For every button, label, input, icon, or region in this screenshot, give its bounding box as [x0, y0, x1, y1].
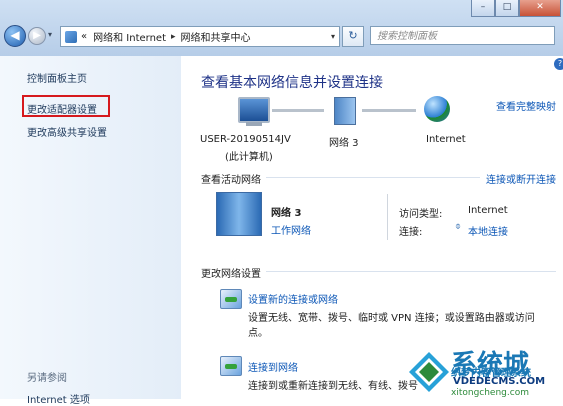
divider — [266, 177, 480, 178]
network-icon — [334, 97, 356, 125]
change-settings-heading: 更改网络设置 — [201, 269, 261, 280]
connection-line — [362, 109, 416, 112]
internet-globe-icon — [424, 96, 450, 122]
connect-to-network-link[interactable]: 连接到网络 — [248, 359, 298, 374]
computer-name: USER-20190514JV — [200, 134, 291, 145]
local-connection-icon: ⌽ — [455, 221, 461, 232]
breadcrumb-sharing-center[interactable]: 网络和共享中心 — [181, 29, 251, 44]
local-connection-link[interactable]: 本地连接 — [468, 223, 508, 238]
setup-connection-desc-cont: 点。 — [248, 328, 268, 339]
refresh-button[interactable]: ↻ — [342, 26, 364, 47]
help-icon[interactable]: ? — [554, 58, 563, 70]
forward-button[interactable]: ▶ — [28, 27, 46, 45]
connect-network-icon — [220, 356, 242, 376]
window-controls: – □ ✕ — [471, 0, 561, 17]
breadcrumb-overflow[interactable]: « — [81, 31, 87, 42]
sidebar-item-control-panel-home[interactable]: 控制面板主页 — [27, 70, 87, 85]
computer-note: (此计算机) — [225, 152, 273, 163]
setup-connection-desc: 设置无线、宽带、拨号、临时或 VPN 连接；或设置路由器或访问 — [248, 313, 535, 324]
page-title: 查看基本网络信息并设置连接 — [201, 75, 383, 91]
breadcrumb-network-internet[interactable]: 网络和 Internet — [93, 29, 166, 44]
connection-line — [272, 109, 324, 112]
active-networks-heading: 查看活动网络 — [201, 175, 261, 186]
computer-stand-icon — [246, 122, 262, 126]
breadcrumb-separator-icon[interactable]: ▸ — [171, 32, 176, 42]
control-panel-icon — [65, 30, 77, 43]
divider — [387, 194, 388, 240]
sidebar-item-advanced-sharing[interactable]: 更改高级共享设置 — [27, 124, 107, 139]
computer-icon — [238, 97, 270, 123]
minimize-button[interactable]: – — [471, 0, 495, 17]
recent-pages-dropdown[interactable]: ▾ — [48, 30, 52, 39]
network-type-link[interactable]: 工作网络 — [271, 222, 311, 237]
search-input[interactable]: 搜索控制面板 — [370, 26, 555, 45]
new-connection-icon — [220, 289, 242, 309]
access-type-value: Internet — [468, 205, 508, 216]
maximize-button[interactable]: □ — [495, 0, 519, 17]
back-button[interactable]: ◀ — [4, 25, 26, 47]
connect-to-network-desc: 连接到或重新连接到无线、有线、拨号 — [248, 381, 418, 392]
active-network-icon — [216, 192, 262, 236]
close-button[interactable]: ✕ — [519, 0, 561, 17]
address-dropdown-icon[interactable]: ▾ — [331, 32, 335, 41]
connections-label: 连接: — [399, 227, 423, 238]
address-bar[interactable]: « 网络和 Internet ▸ 网络和共享中心 ▾ — [60, 26, 340, 47]
active-network-name: 网络 3 — [271, 208, 302, 219]
map-network-name: 网络 3 — [329, 138, 359, 149]
sidebar-item-change-adapter-settings[interactable]: 更改适配器设置 — [27, 101, 97, 116]
access-type-label: 访问类型: — [399, 209, 443, 220]
watermark-logo-icon — [409, 352, 449, 392]
watermark: 系统城 织梦内容管理系统 VDEDECMS.COM xitongcheng.co… — [405, 340, 563, 399]
setup-connection-link[interactable]: 设置新的连接或网络 — [248, 291, 338, 306]
watermark-line2: VDEDECMS.COM — [453, 376, 546, 387]
see-also-heading: 另请参阅 — [27, 373, 67, 384]
divider — [266, 271, 556, 272]
view-full-map-link[interactable]: 查看完整映射 — [496, 98, 556, 113]
map-internet-label: Internet — [426, 134, 466, 145]
watermark-line3: xitongcheng.com — [451, 388, 529, 398]
connect-disconnect-link[interactable]: 连接或断开连接 — [486, 171, 556, 186]
